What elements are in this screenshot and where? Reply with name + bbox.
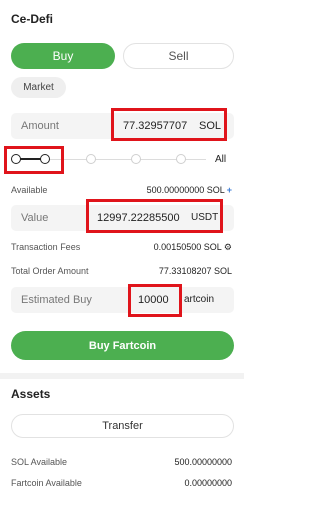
fartcoin-available-label: Fartcoin Available bbox=[11, 478, 82, 488]
total-value: 77.33108207 SOL bbox=[158, 266, 232, 276]
slider-step-75[interactable] bbox=[131, 154, 141, 164]
fees-label: Transaction Fees bbox=[11, 242, 81, 252]
available-value: 500.00000000 SOL bbox=[146, 185, 225, 195]
section-divider bbox=[0, 373, 244, 379]
amount-value[interactable]: 77.32957707 bbox=[123, 120, 187, 132]
estimated-buy-value[interactable]: 10000 bbox=[138, 294, 169, 306]
fees-value-row: 0.00150500 SOL ⚙ bbox=[154, 242, 232, 253]
slider-step-100[interactable] bbox=[176, 154, 186, 164]
slider-highlight-box bbox=[4, 146, 64, 174]
value-unit: USDT bbox=[191, 212, 219, 223]
value-amount[interactable]: 12997.22285500 bbox=[97, 212, 180, 224]
estimated-buy-label: Estimated Buy bbox=[21, 294, 92, 306]
assets-title: Assets bbox=[11, 387, 51, 401]
sol-available-label: SOL Available bbox=[11, 457, 68, 467]
order-type-market[interactable]: Market bbox=[11, 77, 66, 98]
slider-all-label[interactable]: All bbox=[215, 154, 226, 165]
add-funds-icon[interactable]: + bbox=[227, 185, 232, 195]
order-side-toggle: Buy Sell bbox=[11, 43, 234, 69]
total-label: Total Order Amount bbox=[11, 266, 89, 276]
fartcoin-available-value: 0.00000000 bbox=[184, 478, 232, 488]
buy-tab[interactable]: Buy bbox=[11, 43, 115, 69]
gear-icon[interactable]: ⚙ bbox=[224, 242, 232, 252]
buy-fartcoin-button[interactable]: Buy Fartcoin bbox=[11, 331, 234, 360]
fees-value: 0.00150500 SOL bbox=[153, 242, 222, 252]
page-title: Ce-Defi bbox=[11, 12, 54, 26]
amount-label: Amount bbox=[21, 120, 59, 132]
amount-unit: SOL bbox=[199, 120, 222, 132]
available-value-row: 500.00000000 SOL + bbox=[147, 185, 232, 195]
available-label: Available bbox=[11, 185, 48, 195]
estimated-buy-unit: artcoin bbox=[184, 294, 215, 305]
transfer-button[interactable]: Transfer bbox=[11, 414, 234, 438]
slider-step-50[interactable] bbox=[86, 154, 96, 164]
sell-tab[interactable]: Sell bbox=[123, 43, 234, 69]
sol-available-value: 500.00000000 bbox=[174, 457, 232, 467]
value-label: Value bbox=[21, 212, 49, 224]
